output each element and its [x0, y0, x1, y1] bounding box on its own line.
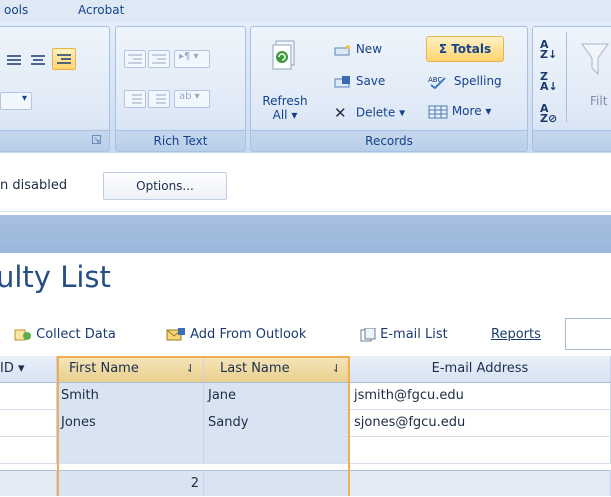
email-list-label: E-mail List [380, 327, 448, 342]
add-from-outlook-label: Add From Outlook [190, 327, 307, 342]
paragraph-direction-icon[interactable]: ▸¶ ▾ [174, 50, 210, 68]
decrease-indent-icon[interactable] [124, 50, 146, 68]
save-label: Save [355, 74, 386, 88]
rich-text-group: Rich Text [115, 26, 246, 152]
options-button[interactable]: Options... [103, 172, 227, 200]
new-label: New [355, 42, 383, 56]
security-warning-text: n disabled [0, 178, 68, 193]
align-left-icon[interactable] [6, 52, 22, 66]
menu-acrobat[interactable]: Acrobat [78, 3, 124, 17]
menu-bar: ools Acrobat [0, 0, 611, 23]
message-bar [0, 153, 611, 212]
totals-label: Totals [451, 42, 492, 56]
group-separator [566, 32, 567, 122]
sigma-icon: Σ [438, 42, 448, 56]
column-header-id[interactable]: ID ▾ [0, 356, 57, 382]
rich-text-group-label: Rich Text [116, 130, 245, 151]
menu-tools[interactable]: ools [4, 3, 28, 17]
search-input[interactable] [565, 318, 611, 350]
selected-columns-highlight [57, 356, 350, 496]
total-email-cell[interactable] [350, 470, 611, 496]
new-record-button[interactable]: New [334, 42, 382, 57]
line-color-dropdown[interactable]: ▾ [0, 92, 32, 110]
totals-button[interactable]: Σ Totals [426, 36, 504, 62]
more-grid-icon [428, 105, 448, 118]
clear-sort-icon[interactable]: A Z⊘ [540, 103, 557, 124]
id-cell[interactable] [0, 410, 57, 436]
filter-label[interactable]: Filt [590, 94, 607, 108]
refresh-all-button[interactable]: Refresh All ▾ [258, 94, 312, 122]
email-list-icon [360, 327, 376, 341]
increase-indent-icon[interactable] [148, 50, 170, 68]
sort-descending-icon[interactable]: Z A↓ [540, 71, 558, 92]
email-cell[interactable]: sjones@fgcu.edu [350, 410, 611, 436]
more-button[interactable]: More ▾ [428, 104, 491, 119]
form-title: ulty List [0, 260, 111, 294]
collect-data-icon [14, 329, 31, 340]
spelling-icon: ABC [428, 76, 446, 89]
new-record-icon [334, 43, 351, 55]
outlook-icon [166, 327, 185, 340]
spelling-button[interactable]: ABC Spelling [428, 74, 502, 89]
email-cell[interactable] [350, 437, 611, 463]
total-id-cell[interactable] [0, 470, 57, 496]
refresh-icon[interactable] [272, 40, 298, 72]
reports-link[interactable]: Reports [491, 327, 541, 342]
records-group-label: Records [251, 130, 527, 151]
dialog-launcher-icon[interactable] [92, 133, 101, 147]
numbered-list-icon[interactable] [124, 90, 146, 108]
save-record-icon [334, 75, 350, 87]
collect-data-label: Collect Data [36, 327, 116, 342]
filter-funnel-icon[interactable] [580, 42, 610, 81]
refresh-label: Refresh [262, 94, 308, 108]
more-label: More ▾ [451, 104, 492, 118]
collect-data-link[interactable]: Collect Data [14, 327, 116, 342]
sort-filter-group-label [533, 130, 611, 151]
sort-ascending-icon[interactable]: A Z↓ [540, 39, 557, 60]
bullet-list-icon[interactable] [148, 90, 170, 108]
save-record-button[interactable]: Save [334, 74, 385, 89]
add-from-outlook-link[interactable]: Add From Outlook [166, 327, 306, 342]
email-cell[interactable]: jsmith@fgcu.edu [350, 383, 611, 409]
spelling-label: Spelling [453, 74, 502, 88]
document-tab-band [0, 215, 611, 253]
email-list-link[interactable]: E-mail List [360, 327, 448, 342]
column-header-email[interactable]: E-mail Address [350, 356, 611, 382]
highlight-color-icon[interactable]: ab ▾ [174, 90, 210, 108]
refresh-sublabel: All ▾ [272, 108, 298, 122]
delete-icon: ✕ [334, 104, 347, 122]
delete-label: Delete ▾ [355, 105, 406, 120]
align-right-icon [57, 54, 71, 64]
id-cell[interactable] [0, 437, 57, 463]
delete-record-button[interactable]: ✕ Delete ▾ [334, 104, 405, 122]
align-center-icon[interactable] [30, 52, 46, 66]
align-right-button[interactable] [52, 48, 76, 70]
id-cell[interactable] [0, 383, 57, 409]
